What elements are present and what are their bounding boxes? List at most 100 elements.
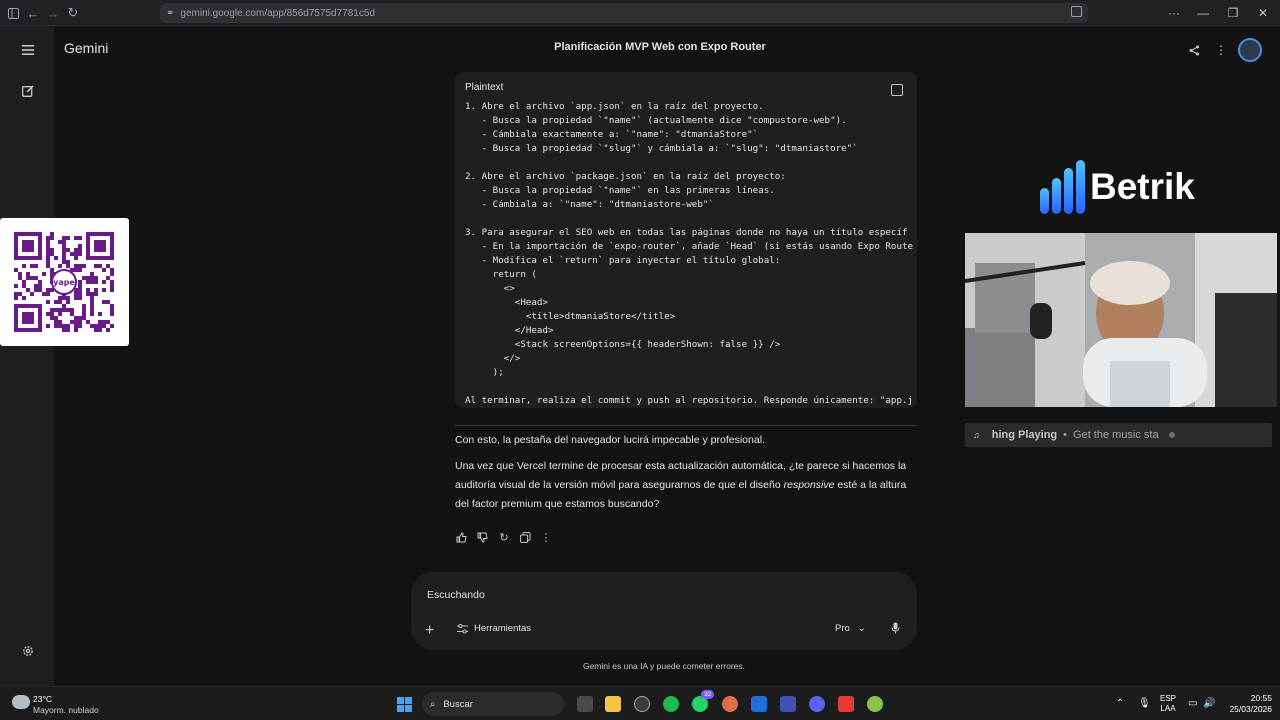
back-icon[interactable]: ← — [24, 4, 42, 22]
webcam-feed — [965, 233, 1277, 407]
close-icon[interactable]: ✕ — [1251, 4, 1275, 22]
bar-logo-icon — [1040, 160, 1085, 214]
divider — [455, 425, 917, 426]
share-icon[interactable] — [1186, 42, 1202, 58]
task-view-icon[interactable] — [577, 696, 593, 712]
betrik-wordmark: Betrik — [1090, 166, 1195, 207]
prompt-input[interactable]: Escuchando + Herramientas Pro ⌄ — [411, 572, 917, 650]
search-icon: ⌕ — [430, 698, 436, 710]
disclaimer: Gemini es una IA y puede cometer errores… — [582, 661, 746, 671]
maximize-icon[interactable]: ❐ — [1221, 4, 1245, 22]
new-chat-icon[interactable] — [17, 80, 39, 102]
discord-icon[interactable] — [809, 696, 825, 712]
code-line: </Head> — [465, 325, 554, 336]
app-icon[interactable] — [838, 696, 854, 712]
site-info-icon[interactable]: ⚭ — [166, 8, 174, 19]
betrik-logo: Betrik — [1040, 160, 1195, 214]
copy-code-icon[interactable] — [891, 84, 903, 96]
more-icon[interactable]: ··· — [1162, 4, 1186, 22]
obs-icon[interactable] — [634, 696, 650, 712]
copy-icon[interactable] — [518, 530, 532, 544]
taskbar: 23°C Mayorm. nublado ⌕ Buscar 32 ⌃ 🎙 ESP… — [0, 686, 1280, 720]
more-options-icon[interactable]: ⋮ — [539, 530, 553, 544]
status-dot — [1168, 432, 1175, 438]
response-paragraph: Con esto, la pestaña del navegador lucir… — [455, 434, 765, 446]
add-icon[interactable]: + — [425, 622, 434, 640]
now-playing-title: hing Playing — [991, 429, 1058, 441]
whatsapp-badge: 32 — [701, 690, 715, 699]
code-line: - Busca la propiedad `"slug"` y cámbiala… — [465, 143, 858, 154]
code-line: <title>dtmaniaStore</title> — [465, 311, 676, 322]
code-line: - Busca la propiedad `"name"` en las pri… — [465, 185, 775, 196]
thumbs-up-icon[interactable] — [454, 530, 468, 544]
regenerate-icon[interactable]: ↻ — [497, 530, 511, 544]
sidebar-icon[interactable] — [4, 4, 22, 22]
avatar[interactable] — [1238, 38, 1262, 62]
menu-icon[interactable] — [17, 39, 39, 61]
now-playing-widget: ♫ hing Playing • Get the music sta — [965, 423, 1272, 447]
code-line: - Cámbiala exactamente a: `"name": "dtma… — [465, 129, 759, 140]
code-line: - Cámbiala a: `"name": "dtmaniastore-web… — [465, 199, 714, 210]
weather-desc[interactable]: Mayorm. nublado — [33, 705, 99, 715]
code-line: - Busca la propiedad `"name"` (actualmen… — [465, 115, 847, 126]
reload-icon[interactable]: ↻ — [64, 4, 82, 22]
mic-icon[interactable] — [891, 622, 900, 637]
code-line: - En la importación de `expo-router`, añ… — [465, 241, 914, 252]
address-bar[interactable]: ⚭ gemini.google.com/app/856d7575d7781c5d — [160, 3, 1088, 23]
url-text: gemini.google.com/app/856d7575d7781c5d — [180, 7, 375, 19]
chrome-icon[interactable] — [867, 696, 883, 712]
code-block: Plaintext 1. Abre el archivo `app.json` … — [455, 72, 917, 408]
reader-icon[interactable] — [1071, 6, 1082, 17]
chevron-down-icon: ⌄ — [857, 623, 866, 634]
response-paragraph: Una vez que Vercel termine de procesar e… — [455, 460, 907, 510]
search-placeholder: Buscar — [443, 698, 473, 710]
file-explorer-icon[interactable] — [605, 696, 621, 712]
thumbs-down-icon[interactable] — [475, 530, 489, 544]
code-line: <> — [465, 283, 515, 294]
mode-selector[interactable]: Pro ⌄ — [835, 623, 866, 634]
volume-icon[interactable]: 🔊 — [1203, 698, 1215, 709]
vscode-icon[interactable] — [751, 696, 767, 712]
tools-icon — [457, 623, 468, 634]
code-line: 3. Para asegurar el SEO web en todas las… — [465, 227, 908, 238]
qr-code-card: yape — [0, 218, 129, 346]
app-brand[interactable]: Gemini — [64, 40, 108, 56]
more-vert-icon[interactable]: ⋮ — [1213, 42, 1229, 58]
network-icon[interactable]: ▭ — [1188, 698, 1197, 709]
code-line: Al terminar, realiza el commit y push al… — [465, 395, 914, 406]
clock[interactable]: 20:55 25/03/2026 — [1226, 693, 1272, 715]
code-language: Plaintext — [465, 82, 504, 93]
music-note-icon: ♫ — [973, 430, 980, 440]
side-rail — [0, 26, 54, 686]
code-line: - Modifica el `return` para inyectar el … — [465, 255, 781, 266]
claude-icon[interactable] — [722, 696, 738, 712]
code-line: <Stack screenOptions={{ headerShown: fal… — [465, 339, 781, 350]
chevron-up-icon[interactable]: ⌃ — [1116, 698, 1124, 709]
weather-temp[interactable]: 23°C — [33, 694, 52, 704]
code-line: 1. Abre el archivo `app.json` en la raíz… — [465, 101, 764, 112]
microphone-icon[interactable]: 🎙 — [1138, 698, 1151, 709]
code-line: <Head> — [465, 297, 548, 308]
taskbar-search[interactable]: ⌕ Buscar — [422, 692, 564, 716]
notes-icon[interactable] — [780, 696, 796, 712]
mode-label: Pro — [835, 623, 850, 634]
yape-logo-text: yape — [53, 278, 75, 287]
prompt-text[interactable]: Escuchando — [427, 589, 485, 601]
chat-title: Planificación MVP Web con Expo Router — [554, 41, 766, 53]
windows-start-icon[interactable] — [397, 697, 412, 712]
code-lines: 1. Abre el archivo `app.json` en la raíz… — [465, 100, 917, 408]
spotify-icon[interactable] — [663, 696, 679, 712]
forward-icon[interactable]: → — [44, 4, 62, 22]
tools-button[interactable]: Herramientas — [457, 623, 531, 634]
weather-icon[interactable] — [12, 695, 30, 709]
code-line: ); — [465, 367, 504, 378]
qr-code: yape — [14, 232, 114, 332]
code-line: </> — [465, 353, 521, 364]
settings-icon[interactable] — [17, 640, 39, 662]
browser-toolbar: ← → ↻ ⚭ gemini.google.com/app/856d7575d7… — [0, 0, 1280, 26]
minimize-icon[interactable]: — — [1191, 4, 1215, 22]
language-indicator[interactable]: ESP LAA — [1160, 694, 1176, 714]
